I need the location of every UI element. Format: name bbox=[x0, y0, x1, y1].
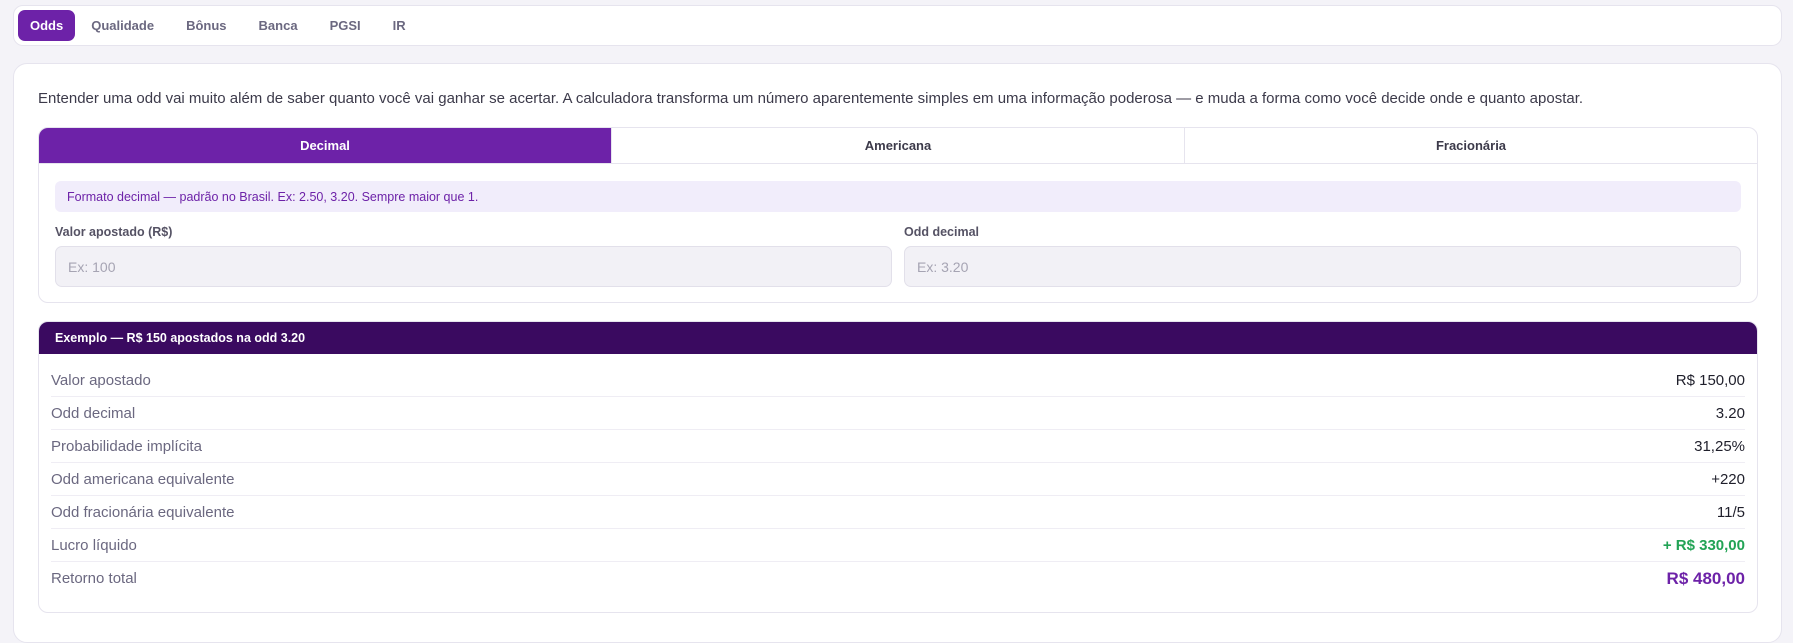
stake-label: Valor apostado (R$) bbox=[55, 225, 173, 239]
table-row: Lucro líquido + R$ 330,00 bbox=[51, 529, 1745, 562]
tab-pgsi[interactable]: PGSI bbox=[314, 10, 377, 41]
odds-calculator-card: Entender uma odd vai muito além de saber… bbox=[13, 63, 1782, 643]
row-value: 3.20 bbox=[1715, 404, 1745, 422]
top-tab-bar: Odds Qualidade Bônus Banca PGSI IR bbox=[13, 5, 1782, 46]
tab-odds[interactable]: Odds bbox=[18, 10, 76, 41]
odd-label: Odd decimal bbox=[904, 225, 980, 239]
row-label: Odd decimal bbox=[51, 404, 136, 422]
row-label: Odd americana equivalente bbox=[51, 470, 235, 488]
format-tab-fracionaria[interactable]: Fracionária bbox=[1185, 128, 1757, 163]
profit-value: + R$ 330,00 bbox=[1662, 536, 1745, 554]
example-table: Exemplo — R$ 150 apostados na odd 3.20 V… bbox=[38, 321, 1758, 613]
stake-field: Valor apostado (R$) bbox=[55, 225, 892, 287]
format-tab-decimal[interactable]: Decimal bbox=[39, 128, 612, 163]
format-tabs: Decimal Americana Fracionária bbox=[39, 128, 1757, 164]
tab-banca[interactable]: Banca bbox=[243, 10, 314, 41]
total-return-value: R$ 480,00 bbox=[1666, 568, 1745, 588]
row-label: Retorno total bbox=[51, 570, 137, 587]
table-row: Odd americana equivalente +220 bbox=[51, 463, 1745, 496]
table-row: Odd decimal 3.20 bbox=[51, 397, 1745, 430]
table-row: Probabilidade implícita 31,25% bbox=[51, 430, 1745, 463]
table-row: Valor apostado R$ 150,00 bbox=[51, 364, 1745, 397]
row-value: 31,25% bbox=[1694, 437, 1745, 455]
stake-input[interactable] bbox=[55, 246, 892, 287]
row-value: 11/5 bbox=[1716, 503, 1745, 521]
calculator-box: Decimal Americana Fracionária Formato de… bbox=[38, 127, 1758, 303]
row-value: R$ 150,00 bbox=[1675, 371, 1745, 389]
odd-input[interactable] bbox=[904, 246, 1741, 287]
format-tab-americana[interactable]: Americana bbox=[612, 128, 1185, 163]
row-label: Valor apostado bbox=[51, 371, 151, 389]
table-row: Odd fracionária equivalente 11/5 bbox=[51, 496, 1745, 529]
table-row: Retorno total R$ 480,00 bbox=[51, 562, 1745, 595]
odd-field: Odd decimal bbox=[904, 225, 1741, 287]
row-label: Lucro líquido bbox=[51, 536, 137, 554]
row-value: +220 bbox=[1711, 470, 1745, 488]
format-hint: Formato decimal — padrão no Brasil. Ex: … bbox=[55, 181, 1741, 212]
tab-ir[interactable]: IR bbox=[377, 10, 422, 41]
tab-qualidade[interactable]: Qualidade bbox=[75, 10, 170, 41]
intro-text: Entender uma odd vai muito além de saber… bbox=[38, 90, 1584, 107]
row-label: Odd fracionária equivalente bbox=[51, 503, 235, 521]
example-rows: Valor apostado R$ 150,00 Odd decimal 3.2… bbox=[39, 354, 1757, 595]
row-label: Probabilidade implícita bbox=[51, 437, 202, 455]
tab-bonus[interactable]: Bônus bbox=[170, 10, 242, 41]
example-title: Exemplo — R$ 150 apostados na odd 3.20 bbox=[39, 322, 1757, 354]
